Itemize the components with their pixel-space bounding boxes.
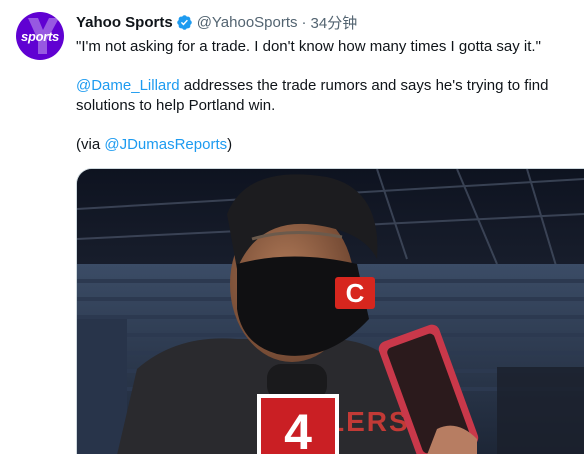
shirt-text: LERS	[327, 406, 410, 437]
mention-link[interactable]: @Dame_Lillard	[76, 77, 180, 94]
credit-mention-link[interactable]: @JDumasReports	[104, 136, 227, 153]
credit-prefix: (via	[76, 136, 105, 153]
verified-badge-icon	[176, 14, 192, 30]
avatar[interactable]: sports	[16, 12, 64, 60]
avatar-wordmark: sports	[21, 29, 59, 44]
tweet-credit: (via @JDumasReports)	[76, 135, 572, 155]
tweet-body-text: addresses the trade rumors and says he's…	[179, 77, 549, 94]
tweet-header: Yahoo Sports @YahooSports · 34分钟	[76, 12, 357, 32]
mask-logo-letter: C	[346, 278, 365, 308]
tweet-body: @Dame_Lillard addresses the trade rumors…	[76, 76, 572, 116]
video-frame: C LERS 4	[77, 169, 584, 454]
left-tunnel	[77, 319, 127, 454]
tweet-media[interactable]: C LERS 4	[76, 168, 584, 454]
timestamp[interactable]: 34分钟	[311, 12, 358, 33]
separator-dot: ·	[301, 13, 307, 31]
credit-suffix: )	[227, 136, 233, 153]
microphone-flag-number: 4	[284, 404, 312, 454]
tweet-quote-line: "I'm not asking for a trade. I don't kno…	[76, 38, 541, 55]
author-name[interactable]: Yahoo Sports	[76, 14, 173, 31]
tweet-body-text-2: solutions to help Portland win.	[76, 97, 276, 114]
author-handle[interactable]: @YahooSports	[197, 14, 298, 31]
background-people	[497, 367, 584, 454]
